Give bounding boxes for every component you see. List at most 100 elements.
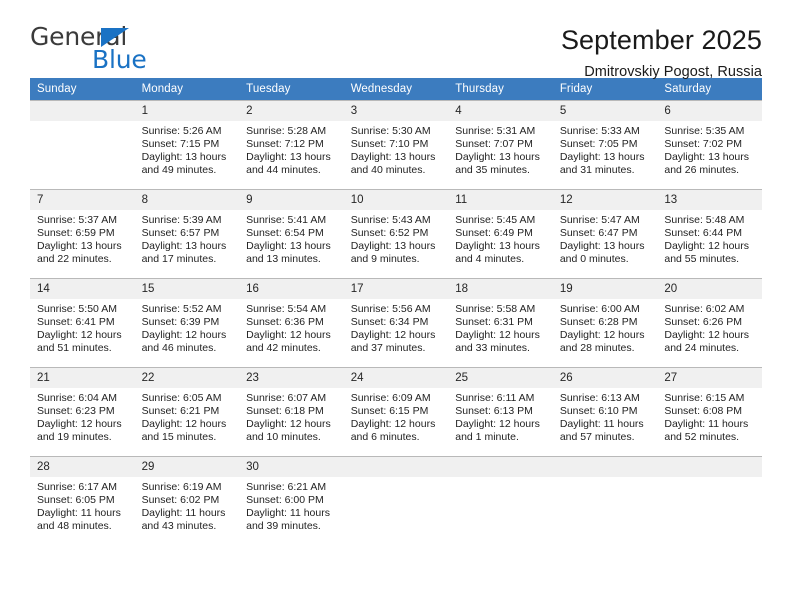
- generalblue-logo[interactable]: General Blue: [30, 24, 220, 76]
- day-details: Sunrise: 6:15 AM Sunset: 6:08 PM Daylight:…: [657, 388, 762, 452]
- sunset-text: Sunset: 6:18 PM: [246, 405, 324, 418]
- calendar-day-cell-empty: [657, 456, 762, 541]
- calendar-day-cell-empty: [552, 456, 658, 541]
- day-number: 22: [134, 367, 240, 388]
- calendar-day-cell[interactable]: 20 Sunrise: 6:02 AM Sunset: 6:26 PM Dayligh…: [657, 278, 762, 367]
- page-title: September 2025: [560, 25, 762, 55]
- day-details: Sunrise: 5:58 AM Sunset: 6:31 PM Daylight:…: [448, 299, 553, 363]
- day-number: 12: [552, 189, 658, 210]
- daylight-text-line1: Daylight: 12 hours: [141, 329, 227, 342]
- sunset-text: Sunset: 7:05 PM: [559, 138, 638, 151]
- calendar-day-cell[interactable]: 26 Sunrise: 6:13 AM Sunset: 6:10 PM Dayligh…: [552, 367, 658, 456]
- day-details: Sunrise: 5:45 AM Sunset: 6:49 PM Daylight:…: [448, 210, 553, 274]
- calendar-day-cell[interactable]: 23 Sunrise: 6:07 AM Sunset: 6:18 PM Dayligh…: [239, 367, 344, 456]
- calendar-day-cell[interactable]: 18 Sunrise: 5:58 AM Sunset: 6:31 PM Dayligh…: [448, 278, 553, 367]
- sunrise-text: Sunrise: 6:11 AM: [455, 392, 535, 404]
- calendar-day-cell[interactable]: 29 Sunrise: 6:19 AM Sunset: 6:02 PM Dayligh…: [134, 456, 240, 541]
- daylight-text-line2: and 19 minutes.: [37, 431, 112, 444]
- calendar-day-cell-empty: [448, 456, 553, 541]
- sunrise-text: Sunrise: 6:13 AM: [559, 392, 640, 404]
- calendar-day-cell[interactable]: 6 Sunrise: 5:35 AM Sunset: 7:02 PM Daylight…: [657, 100, 762, 189]
- daylight-text-line1: Daylight: 13 hours: [246, 240, 331, 253]
- day-number: 5: [552, 100, 658, 121]
- sunrise-text: Sunrise: 6:21 AM: [246, 481, 327, 493]
- daylight-text-line1: Daylight: 11 hours: [559, 418, 644, 431]
- daylight-text-line1: Daylight: 13 hours: [559, 240, 645, 253]
- sunrise-text: Sunrise: 6:02 AM: [664, 303, 745, 315]
- daylight-text-line1: Daylight: 11 hours: [664, 418, 749, 431]
- day-details: Sunrise: 5:31 AM Sunset: 7:07 PM Daylight:…: [448, 121, 553, 185]
- sunrise-text: Sunrise: 5:58 AM: [455, 303, 536, 315]
- calendar-day-cell[interactable]: 16 Sunrise: 5:54 AM Sunset: 6:36 PM Dayligh…: [239, 278, 344, 367]
- sunset-text: Sunset: 7:12 PM: [246, 138, 324, 151]
- calendar-day-cell[interactable]: 22 Sunrise: 6:05 AM Sunset: 6:21 PM Dayligh…: [134, 367, 240, 456]
- calendar-day-cell[interactable]: 1 Sunrise: 5:26 AM Sunset: 7:15 PM Daylight…: [134, 100, 240, 189]
- calendar-day-cell[interactable]: 2 Sunrise: 5:28 AM Sunset: 7:12 PM Daylight…: [239, 100, 344, 189]
- calendar-day-cell[interactable]: 5 Sunrise: 5:33 AM Sunset: 7:05 PM Daylight…: [552, 100, 658, 189]
- day-number: 18: [448, 278, 553, 299]
- calendar-day-cell[interactable]: 12 Sunrise: 5:47 AM Sunset: 6:47 PM Dayligh…: [552, 189, 658, 278]
- daylight-text-line1: Daylight: 12 hours: [559, 329, 645, 342]
- sunrise-text: Sunrise: 6:19 AM: [141, 481, 222, 493]
- daylight-text-line1: Daylight: 13 hours: [559, 151, 645, 164]
- day-details: Sunrise: 5:26 AM Sunset: 7:15 PM Daylight:…: [135, 121, 240, 185]
- calendar-day-cell[interactable]: 8 Sunrise: 5:39 AM Sunset: 6:57 PM Daylight…: [134, 189, 240, 278]
- sunrise-text: Sunrise: 5:54 AM: [246, 303, 327, 315]
- calendar-week-row: 21 Sunrise: 6:04 AM Sunset: 6:23 PM Dayligh…: [30, 367, 762, 456]
- calendar-day-cell[interactable]: 4 Sunrise: 5:31 AM Sunset: 7:07 PM Daylight…: [448, 100, 553, 189]
- calendar-day-cell[interactable]: 13 Sunrise: 5:48 AM Sunset: 6:44 PM Dayligh…: [657, 189, 762, 278]
- daylight-text-line2: and 51 minutes.: [37, 342, 112, 355]
- sunset-text: Sunset: 6:49 PM: [455, 227, 533, 240]
- sunrise-text: Sunrise: 5:52 AM: [141, 303, 222, 315]
- daylight-text-line2: and 9 minutes.: [350, 253, 420, 266]
- sunset-text: Sunset: 6:05 PM: [37, 494, 115, 507]
- calendar-day-cell[interactable]: 24 Sunrise: 6:09 AM Sunset: 6:15 PM Dayligh…: [343, 367, 449, 456]
- calendar-day-cell[interactable]: 21 Sunrise: 6:04 AM Sunset: 6:23 PM Dayligh…: [30, 367, 135, 456]
- calendar-day-cell[interactable]: 28 Sunrise: 6:17 AM Sunset: 6:05 PM Dayligh…: [30, 456, 135, 541]
- day-details: Sunrise: 5:47 AM Sunset: 6:47 PM Daylight:…: [553, 210, 658, 274]
- calendar-day-cell[interactable]: 15 Sunrise: 5:52 AM Sunset: 6:39 PM Dayligh…: [134, 278, 240, 367]
- daylight-text-line2: and 46 minutes.: [141, 342, 217, 355]
- sunset-text: Sunset: 6:10 PM: [559, 405, 638, 418]
- daylight-text-line1: Daylight: 12 hours: [246, 329, 331, 342]
- calendar-day-cell[interactable]: 19 Sunrise: 6:00 AM Sunset: 6:28 PM Dayligh…: [552, 278, 658, 367]
- day-number: 20: [657, 278, 762, 299]
- sunrise-text: Sunrise: 6:00 AM: [559, 303, 640, 315]
- daylight-text-line2: and 40 minutes.: [350, 164, 426, 177]
- day-number: [552, 456, 658, 477]
- sunset-text: Sunset: 6:36 PM: [246, 316, 324, 329]
- day-details: Sunrise: 6:21 AM Sunset: 6:00 PM Daylight:…: [239, 477, 344, 541]
- calendar-day-cell[interactable]: 7 Sunrise: 5:37 AM Sunset: 6:59 PM Daylight…: [30, 189, 135, 278]
- daylight-text-line2: and 1 minute.: [455, 431, 519, 444]
- sunset-text: Sunset: 6:26 PM: [664, 316, 743, 329]
- calendar-day-cell[interactable]: 14 Sunrise: 5:50 AM Sunset: 6:41 PM Dayligh…: [30, 278, 135, 367]
- day-number: 2: [239, 100, 344, 121]
- calendar-day-cell[interactable]: 3 Sunrise: 5:30 AM Sunset: 7:10 PM Daylight…: [343, 100, 449, 189]
- daylight-text-line2: and 31 minutes.: [559, 164, 635, 177]
- daylight-text-line2: and 26 minutes.: [664, 164, 740, 177]
- calendar-day-cell[interactable]: 27 Sunrise: 6:15 AM Sunset: 6:08 PM Dayligh…: [657, 367, 762, 456]
- sunset-text: Sunset: 6:31 PM: [455, 316, 533, 329]
- sunset-text: Sunset: 6:52 PM: [350, 227, 429, 240]
- calendar-day-cell[interactable]: 17 Sunrise: 5:56 AM Sunset: 6:34 PM Dayligh…: [343, 278, 449, 367]
- calendar-day-cell[interactable]: 9 Sunrise: 5:41 AM Sunset: 6:54 PM Daylight…: [239, 189, 344, 278]
- daylight-text-line1: Daylight: 12 hours: [664, 240, 750, 253]
- calendar-body: 1 Sunrise: 5:26 AM Sunset: 7:15 PM Daylight…: [30, 100, 762, 541]
- calendar-day-cell[interactable]: 30 Sunrise: 6:21 AM Sunset: 6:00 PM Dayligh…: [239, 456, 344, 541]
- calendar-day-cell[interactable]: 25 Sunrise: 6:11 AM Sunset: 6:13 PM Dayligh…: [448, 367, 553, 456]
- sunrise-text: Sunrise: 5:45 AM: [455, 214, 536, 226]
- daylight-text-line1: Daylight: 13 hours: [141, 240, 227, 253]
- sunset-text: Sunset: 6:39 PM: [141, 316, 220, 329]
- sunrise-text: Sunrise: 5:31 AM: [455, 125, 536, 137]
- sunrise-text: Sunrise: 5:33 AM: [559, 125, 640, 137]
- daylight-text-line2: and 6 minutes.: [350, 431, 420, 444]
- day-details: Sunrise: 5:48 AM Sunset: 6:44 PM Daylight:…: [657, 210, 762, 274]
- calendar-day-cell[interactable]: 11 Sunrise: 5:45 AM Sunset: 6:49 PM Dayligh…: [448, 189, 553, 278]
- sunrise-text: Sunrise: 5:39 AM: [141, 214, 222, 226]
- sunset-text: Sunset: 6:02 PM: [141, 494, 220, 507]
- daylight-text-line2: and 33 minutes.: [455, 342, 530, 355]
- sunset-text: Sunset: 6:28 PM: [559, 316, 638, 329]
- sunset-text: Sunset: 6:00 PM: [246, 494, 324, 507]
- title-block: September 2025 Dmitrovskiy Pogost, Russi…: [561, 24, 762, 81]
- calendar-day-cell[interactable]: 10 Sunrise: 5:43 AM Sunset: 6:52 PM Dayligh…: [343, 189, 449, 278]
